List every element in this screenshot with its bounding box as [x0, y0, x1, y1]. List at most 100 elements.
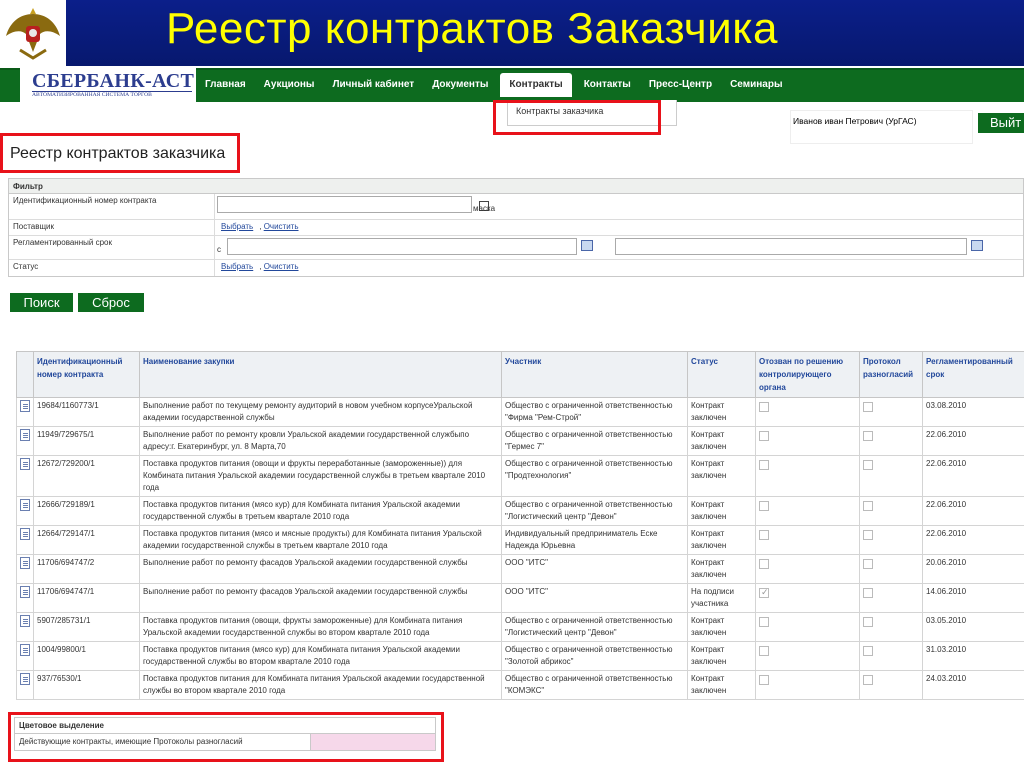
row-revoked	[755, 426, 860, 456]
table-row[interactable]: 12672/729200/1 Поставка продуктов питания…	[16, 455, 1024, 497]
row-revoked	[755, 496, 860, 526]
row-reg-term: 31.03.2010	[922, 641, 1024, 671]
filter-header: Фильтр	[9, 179, 1023, 194]
calendar-from-icon[interactable]	[581, 240, 593, 251]
document-icon[interactable]	[20, 586, 30, 598]
header-participant[interactable]: Участник	[501, 351, 688, 398]
header-revoked[interactable]: Отозван по решению контролирующего орган…	[755, 351, 860, 398]
row-revoked	[755, 612, 860, 642]
row-contract-number: 11706/694747/2	[33, 554, 140, 584]
row-purchase-name: Поставка продуктов питания (мясо и мясны…	[139, 525, 502, 555]
row-doc-cell	[16, 641, 34, 671]
row-contract-number: 11949/729675/1	[33, 426, 140, 456]
document-icon[interactable]	[20, 528, 30, 540]
document-icon[interactable]	[20, 615, 30, 627]
revoked-checkbox	[759, 402, 769, 412]
reg-term-from-input[interactable]	[227, 238, 577, 255]
row-participant: Общество с ограниченной ответственностью…	[501, 397, 688, 427]
search-button[interactable]: Поиск	[10, 293, 73, 312]
row-doc-cell	[16, 397, 34, 427]
table-row[interactable]: 12664/729147/1 Поставка продуктов питания…	[16, 525, 1024, 555]
table-row[interactable]: 1004/99800/1 Поставка продуктов питания (…	[16, 641, 1024, 671]
row-contract-number: 5907/285731/1	[33, 612, 140, 642]
reg-term-label: Регламентированный срок	[9, 236, 215, 259]
nav-item-seminars[interactable]: Семинары	[721, 73, 791, 97]
header-reg-term[interactable]: Регламентированный срок	[922, 351, 1024, 398]
contract-number-input[interactable]	[217, 196, 472, 213]
protocol-checkbox	[863, 402, 873, 412]
revoked-checkbox	[759, 431, 769, 441]
table-row[interactable]: 11706/694747/2 Выполнение работ по ремонт…	[16, 554, 1024, 584]
row-participant: Общество с ограниченной ответственностью…	[501, 670, 688, 700]
document-icon[interactable]	[20, 557, 30, 569]
revoked-checkbox	[759, 501, 769, 511]
status-select-link[interactable]: Выбрать	[221, 262, 253, 271]
table-row[interactable]: 12666/729189/1 Поставка продуктов питания…	[16, 496, 1024, 526]
reg-term-to-input[interactable]	[615, 238, 967, 255]
table-row[interactable]: 11706/694747/1 Выполнение работ по ремонт…	[16, 583, 1024, 613]
emblem-logo	[0, 0, 66, 66]
nav-item-contacts[interactable]: Контакты	[575, 73, 640, 97]
table-row[interactable]: 5907/285731/1 Поставка продуктов питания …	[16, 612, 1024, 642]
row-protocol	[859, 397, 923, 427]
row-revoked	[755, 525, 860, 555]
row-purchase-name: Выполнение работ по ремонту фасадов Урал…	[139, 583, 502, 613]
filter-panel: Фильтр Идентификационный номер контракта…	[8, 178, 1024, 277]
protocol-checkbox	[863, 646, 873, 656]
protocol-checkbox	[863, 431, 873, 441]
row-protocol	[859, 612, 923, 642]
supplier-clear-link[interactable]: Очистить	[264, 222, 299, 231]
row-participant: Общество с ограниченной ответственностью…	[501, 426, 688, 456]
row-revoked	[755, 455, 860, 497]
row-reg-term: 03.08.2010	[922, 397, 1024, 427]
nav-item-auctions[interactable]: Аукционы	[255, 73, 324, 97]
calendar-to-icon[interactable]	[971, 240, 983, 251]
document-icon[interactable]	[20, 644, 30, 656]
row-doc-cell	[16, 455, 34, 497]
header-purchase-name[interactable]: Наименование закупки	[139, 351, 502, 398]
highlight-frame-legend	[8, 712, 444, 762]
row-revoked	[755, 583, 860, 613]
from-label: с	[217, 245, 221, 254]
status-clear-link[interactable]: Очистить	[264, 262, 299, 271]
table-header-row: Идентификационный номер контракта Наимен…	[16, 351, 1024, 398]
protocol-checkbox	[863, 460, 873, 470]
row-participant: Общество с ограниченной ответственностью…	[501, 641, 688, 671]
row-doc-cell	[16, 426, 34, 456]
row-protocol	[859, 583, 923, 613]
nav-item-contracts[interactable]: Контракты	[500, 73, 572, 97]
row-participant: ООО "ИТС"	[501, 554, 688, 584]
table-row[interactable]: 19684/1160773/1 Выполнение работ по текущ…	[16, 397, 1024, 427]
header-protocol[interactable]: Протокол разногласий	[859, 351, 923, 398]
row-status: Контракт заключен	[687, 455, 756, 497]
document-icon[interactable]	[20, 458, 30, 470]
header-status[interactable]: Статус	[687, 351, 756, 398]
filter-row-status: Статус Выбрать, Очистить	[9, 260, 1023, 276]
nav-item-documents[interactable]: Документы	[423, 73, 497, 97]
document-icon[interactable]	[20, 673, 30, 685]
logo-title: СБЕРБАНК-АСТ	[32, 70, 195, 92]
contracts-table: Идентификационный номер контракта Наимен…	[16, 351, 1024, 700]
nav-item-press-center[interactable]: Пресс-Центр	[640, 73, 721, 97]
table-row[interactable]: 11949/729675/1 Выполнение работ по ремонт…	[16, 426, 1024, 456]
supplier-label: Поставщик	[9, 220, 215, 235]
row-status: Контракт заключен	[687, 612, 756, 642]
row-contract-number: 12664/729147/1	[33, 525, 140, 555]
row-purchase-name: Выполнение работ по ремонту фасадов Урал…	[139, 554, 502, 584]
reset-button[interactable]: Сброс	[78, 293, 144, 312]
sberbank-ast-logo[interactable]: СБЕРБАНК-АСТ АВТОМАТИЗИРОВАННАЯ СИСТЕМА …	[20, 68, 196, 102]
supplier-select-link[interactable]: Выбрать	[221, 222, 253, 231]
nav-item-home[interactable]: Главная	[196, 73, 255, 97]
nav-item-cabinet[interactable]: Личный кабинет	[323, 73, 423, 97]
header-contract-number[interactable]: Идентификационный номер контракта	[33, 351, 140, 398]
document-icon[interactable]	[20, 400, 30, 412]
logout-button[interactable]: Выйт	[978, 113, 1024, 133]
row-revoked	[755, 397, 860, 427]
revoked-checkbox	[759, 530, 769, 540]
row-status: Контракт заключен	[687, 525, 756, 555]
row-reg-term: 22.06.2010	[922, 426, 1024, 456]
document-icon[interactable]	[20, 429, 30, 441]
document-icon[interactable]	[20, 499, 30, 511]
row-reg-term: 24.03.2010	[922, 670, 1024, 700]
table-row[interactable]: 937/76530/1 Поставка продуктов питания дл…	[16, 670, 1024, 700]
